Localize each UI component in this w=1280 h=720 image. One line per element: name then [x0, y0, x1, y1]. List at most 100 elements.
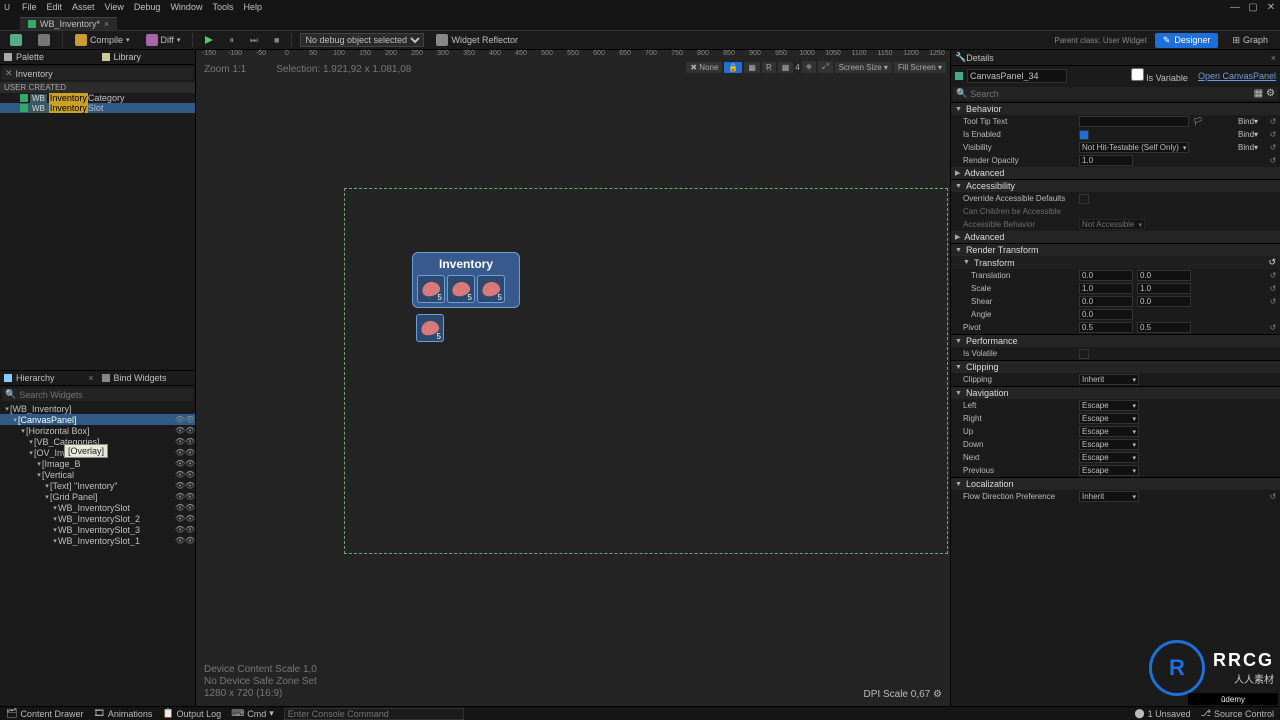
hierarchy-row[interactable]: ▾WB_InventorySlot👁👁 [0, 502, 195, 513]
visibility-eye-icon[interactable]: 👁 [185, 503, 193, 512]
visibility-eye-icon[interactable]: 👁 [185, 481, 193, 490]
hierarchy-row[interactable]: ▾[Horizontal Box]👁👁 [0, 425, 195, 436]
section-behavior[interactable]: ▼Behavior [951, 103, 1280, 115]
shear-x[interactable]: 0.0 [1079, 296, 1133, 307]
dpi-settings-icon[interactable]: ⚙ [933, 689, 942, 700]
layout-btn-1[interactable]: ▦ [744, 62, 760, 73]
reset-icon[interactable]: ↺ [1268, 130, 1278, 139]
nav-right-dropdown[interactable]: Escape▾ [1079, 413, 1139, 424]
menu-tools[interactable]: Tools [212, 2, 233, 12]
hierarchy-row[interactable]: ▾[Text] "Inventory"👁👁 [0, 480, 195, 491]
visibility-eye-icon[interactable]: 👁 [175, 481, 183, 490]
scale-y[interactable]: 1.0 [1137, 283, 1191, 294]
section-transform[interactable]: ▼Transform↺ [951, 256, 1280, 269]
is-volatile-checkbox[interactable] [1079, 349, 1089, 359]
hierarchy-tab[interactable]: Hierarchy× [0, 371, 98, 386]
nav-next-dropdown[interactable]: Escape▾ [1079, 452, 1139, 463]
inventory-slot[interactable]: 5 [417, 275, 445, 303]
visibility-eye-icon[interactable]: 👁 [175, 426, 183, 435]
palette-tab[interactable]: Palette [0, 50, 98, 65]
menu-window[interactable]: Window [170, 2, 202, 12]
inventory-slot[interactable]: 5 [477, 275, 505, 303]
visibility-eye-icon[interactable]: 👁 [185, 536, 193, 545]
step-button[interactable]: ⏸ [225, 33, 238, 48]
hierarchy-row[interactable]: ▾[WB_Inventory] [0, 403, 195, 414]
cmd-dropdown[interactable]: ⌨Cmd ▾ [231, 708, 274, 719]
output-log-button[interactable]: 📋Output Log [162, 708, 221, 719]
menu-file[interactable]: File [22, 2, 37, 12]
visibility-dropdown[interactable]: Not Hit-Testable (Self Only)▾ [1079, 142, 1189, 153]
hierarchy-row[interactable]: ▾WB_InventorySlot_3👁👁 [0, 524, 195, 535]
visibility-eye-icon[interactable]: 👁 [185, 415, 193, 424]
console-input[interactable] [284, 708, 464, 720]
tab-close-icon[interactable]: × [104, 19, 109, 29]
step-button2[interactable]: ⏭ [246, 33, 262, 48]
designer-button[interactable]: ✎Designer [1155, 33, 1219, 48]
diff-button[interactable]: Diff▾ [142, 32, 185, 48]
menu-help[interactable]: Help [243, 2, 262, 12]
hierarchy-row[interactable]: ▾[Vertical👁👁 [0, 469, 195, 480]
tooltip-text-input[interactable] [1079, 116, 1189, 127]
menu-debug[interactable]: Debug [134, 2, 161, 12]
compile-button[interactable]: Compile▾ [71, 32, 134, 48]
visibility-eye-icon[interactable]: 👁 [185, 448, 193, 457]
palette-item[interactable]: WBInventorySlot [0, 103, 195, 113]
loc-button[interactable]: ⎈ [802, 61, 816, 73]
play-button[interactable] [201, 34, 217, 46]
translation-x[interactable]: 0.0 [1079, 270, 1133, 281]
inventory-widget[interactable]: Inventory 5 5 5 [412, 252, 520, 308]
content-drawer-button[interactable]: 🗂Content Drawer [6, 708, 83, 719]
viewport[interactable]: -150-100-5005010015020025030035040045050… [196, 50, 950, 706]
reset-icon[interactable]: ↺ [1268, 492, 1278, 501]
flow-direction-dropdown[interactable]: Inherit▾ [1079, 491, 1139, 502]
visibility-eye-icon[interactable]: 👁 [185, 514, 193, 523]
browse-button[interactable] [34, 32, 54, 48]
details-search[interactable]: 🔍 ▦ ⚙ [953, 87, 1278, 100]
visibility-eye-icon[interactable]: 👁 [175, 448, 183, 457]
fill-screen-dropdown[interactable]: Fill Screen ▾ [894, 62, 946, 73]
translation-y[interactable]: 0.0 [1137, 270, 1191, 281]
details-tab[interactable]: 🔧 Details × [951, 50, 1280, 66]
visibility-eye-icon[interactable]: 👁 [185, 492, 193, 501]
nav-up-dropdown[interactable]: Escape▾ [1079, 426, 1139, 437]
nav-previous-dropdown[interactable]: Escape▾ [1079, 465, 1139, 476]
section-performance[interactable]: ▼Performance [951, 335, 1280, 347]
reset-icon[interactable]: ↺ [1268, 297, 1278, 306]
layout-lock-icon[interactable]: 🔒 [724, 62, 742, 73]
shear-y[interactable]: 0.0 [1137, 296, 1191, 307]
section-navigation[interactable]: ▼Navigation [951, 387, 1280, 399]
asset-tab[interactable]: WB_Inventory* × [20, 17, 117, 30]
graph-button[interactable]: ⊞Graph [1226, 33, 1274, 48]
bind-dropdown[interactable]: Bind▾ [1238, 130, 1268, 139]
nav-down-dropdown[interactable]: Escape▾ [1079, 439, 1139, 450]
save-button[interactable] [6, 32, 26, 48]
visibility-eye-icon[interactable]: 👁 [175, 492, 183, 501]
clipping-dropdown[interactable]: Inherit▾ [1079, 374, 1139, 385]
section-advanced-2[interactable]: ▶Advanced [951, 231, 1280, 243]
hierarchy-search[interactable]: 🔍 [2, 388, 193, 401]
visibility-eye-icon[interactable]: 👁 [175, 459, 183, 468]
is-variable-checkbox[interactable] [1131, 68, 1144, 81]
nav-left-dropdown[interactable]: Escape▾ [1079, 400, 1139, 411]
section-clipping[interactable]: ▼Clipping [951, 361, 1280, 373]
layout-btn-r[interactable]: R [762, 62, 776, 73]
pivot-y[interactable]: 0.5 [1137, 322, 1191, 333]
pivot-x[interactable]: 0.5 [1079, 322, 1133, 333]
hierarchy-row[interactable]: ▾[Image_B👁👁 [0, 458, 195, 469]
inventory-slot[interactable]: 5 [416, 314, 444, 342]
screen-size-dropdown[interactable]: Screen Size ▾ [835, 62, 892, 73]
window-minimize-icon[interactable]: — [1226, 0, 1244, 14]
override-accessible-checkbox[interactable] [1079, 194, 1089, 204]
widget-reflector-button[interactable]: Widget Reflector [432, 32, 522, 48]
bind-dropdown[interactable]: Bind▾ [1238, 117, 1268, 126]
section-advanced[interactable]: ▶Advanced [951, 167, 1280, 179]
reset-icon[interactable]: ↺ [1268, 271, 1278, 280]
visibility-eye-icon[interactable]: 👁 [175, 536, 183, 545]
palette-search[interactable]: ✕ [2, 67, 193, 80]
hierarchy-search-input[interactable] [19, 390, 190, 400]
grid-icon[interactable]: ▦ [778, 62, 794, 73]
bind-dropdown[interactable]: Bind▾ [1238, 143, 1268, 152]
hierarchy-close-icon[interactable]: × [88, 373, 93, 383]
visibility-eye-icon[interactable]: 👁 [185, 470, 193, 479]
unsaved-indicator[interactable]: ⬤1 Unsaved [1134, 708, 1190, 719]
